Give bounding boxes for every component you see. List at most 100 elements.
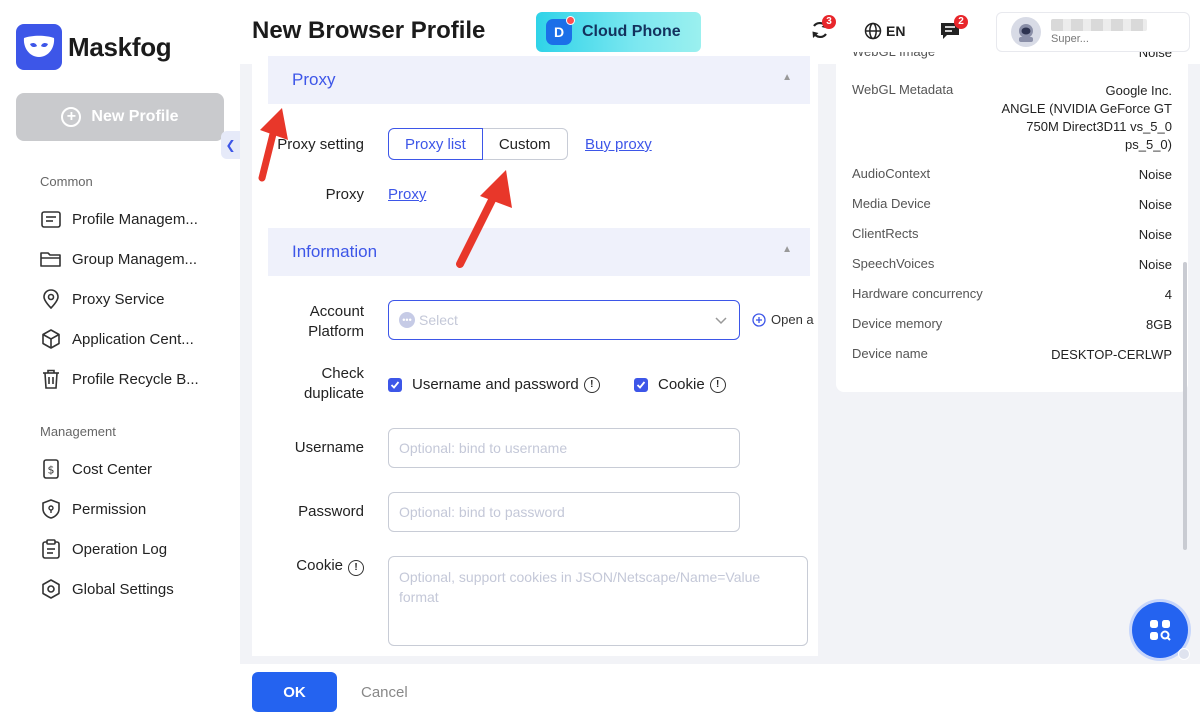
fingerprint-row: WebGL Image Noise	[852, 52, 1172, 66]
plus-circle-icon: +	[61, 107, 82, 127]
sidebar-item-proxy-service[interactable]: Proxy Service	[40, 288, 165, 310]
open-platform-label: Open a	[771, 312, 814, 327]
fingerprint-value: 4	[1164, 287, 1172, 302]
form-footer: OK Cancel	[240, 664, 1200, 720]
management-section-title: Management	[40, 424, 116, 439]
sidebar-item-application-center[interactable]: Application Cent...	[40, 328, 194, 350]
fab-indicator	[1178, 648, 1190, 660]
info-icon[interactable]: !	[583, 376, 600, 393]
fingerprint-value-line: ANGLE (NVIDIA GeForce GT	[1001, 101, 1173, 116]
language-label: EN	[886, 23, 906, 39]
cookie-textarea[interactable]: Optional, support cookies in JSON/Netsca…	[388, 556, 808, 646]
proxy-section-title: Proxy	[292, 70, 336, 89]
shield-icon	[40, 498, 62, 520]
username-input[interactable]: Optional: bind to username	[388, 428, 740, 468]
sidebar-item-permission[interactable]: Permission	[40, 498, 146, 520]
fingerprint-value-line: 750M Direct3D11 vs_5_0	[1026, 119, 1172, 134]
fingerprint-value: 8GB	[1145, 317, 1172, 332]
page-title: New Browser Profile	[252, 17, 486, 44]
info-icon[interactable]: !	[709, 376, 726, 393]
mask-logo-icon	[16, 24, 62, 70]
sidebar-item-label: Application Cent...	[72, 330, 194, 348]
messages-button[interactable]: 2	[940, 15, 968, 45]
fingerprint-value: Noise	[1138, 197, 1172, 212]
check-duplicate-label-line: duplicate	[303, 385, 364, 402]
cloud-phone-label: Cloud Phone	[582, 23, 681, 40]
sidebar-item-label: Profile Managem...	[72, 210, 198, 228]
floating-apps-button[interactable]	[1132, 602, 1190, 660]
fingerprint-value: DESKTOP-CERLWP	[1051, 347, 1172, 362]
username-label: Username	[294, 439, 364, 456]
sidebar-item-label: Profile Recycle B...	[72, 370, 199, 388]
fingerprint-value: Noise	[1138, 227, 1172, 242]
ok-button[interactable]: OK	[252, 672, 337, 712]
fingerprint-key: AudioContext	[852, 166, 931, 181]
fingerprint-summary: WebGL Image Noise WebGL Metadata Google …	[836, 52, 1188, 392]
fingerprint-value-line: Google Inc.	[1105, 83, 1173, 98]
cloud-phone-icon: D	[546, 16, 575, 45]
annotation-arrows	[258, 108, 512, 268]
avatar	[1011, 17, 1041, 47]
location-pin-icon	[40, 288, 62, 310]
account-platform-label-line: Platform	[308, 323, 364, 340]
collapse-sidebar-button[interactable]: ❮	[221, 131, 240, 159]
info-icon[interactable]: !	[348, 559, 364, 576]
proxy-section-header[interactable]: Proxy ▲	[268, 56, 810, 104]
caret-up-icon: ▲	[782, 72, 792, 83]
gear-icon	[40, 578, 62, 600]
common-section-title: Common	[40, 174, 93, 189]
sidebar-item-profile-recycle-bin[interactable]: Profile Recycle B...	[40, 368, 199, 390]
sidebar-item-operation-log[interactable]: Operation Log	[40, 538, 167, 560]
astronaut-avatar-icon	[1019, 24, 1033, 42]
fingerprint-key: SpeechVoices	[852, 256, 935, 271]
app-logo[interactable]: Maskfog	[16, 24, 172, 70]
sidebar-item-profile-management[interactable]: Profile Managem...	[40, 208, 198, 230]
account-platform-select[interactable]: ••• Select	[388, 300, 740, 340]
sidebar-item-global-settings[interactable]: Global Settings	[40, 578, 174, 600]
cookie-label: Cookie!	[272, 557, 364, 576]
cloud-phone-banner[interactable]: D Cloud Phone	[536, 12, 701, 52]
cookie-label-text: Cookie	[296, 557, 343, 574]
password-input[interactable]: Optional: bind to password	[388, 492, 740, 532]
profile-list-icon	[40, 208, 62, 230]
user-info: Super...	[1051, 19, 1147, 45]
redacted-username	[1051, 19, 1147, 31]
fingerprint-value: Noise	[1138, 52, 1172, 60]
trash-icon	[40, 368, 62, 390]
scrollbar[interactable]	[1183, 262, 1187, 550]
cancel-button[interactable]: Cancel	[361, 684, 408, 701]
annotation-arrow-icon	[258, 108, 288, 182]
open-platform-link[interactable]: Open a	[752, 312, 814, 327]
dollar-doc-icon: $	[40, 458, 62, 480]
checkbox-checked-icon	[388, 377, 402, 392]
ellipsis-icon: •••	[399, 312, 415, 328]
sidebar-item-cost-center[interactable]: $ Cost Center	[40, 458, 152, 480]
fingerprint-key: ClientRects	[852, 226, 919, 241]
sidebar-item-group-management[interactable]: Group Managem...	[40, 248, 197, 270]
cube-icon	[40, 328, 62, 350]
sync-badge: 3	[822, 15, 836, 29]
password-label: Password	[298, 503, 364, 520]
account-platform-placeholder: Select	[419, 312, 458, 328]
check-cookie[interactable]: Cookie !	[634, 376, 726, 393]
checkbox-checked-icon	[634, 377, 648, 392]
fingerprint-key: Hardware concurrency	[852, 286, 983, 301]
user-menu[interactable]: Super...	[996, 12, 1190, 52]
new-profile-button[interactable]: + New Profile	[16, 93, 224, 141]
buy-proxy-link[interactable]: Buy proxy	[585, 136, 652, 153]
sidebar-item-label: Proxy Service	[72, 290, 165, 308]
sidebar-item-label: Group Managem...	[72, 250, 198, 268]
fingerprint-key: WebGL Metadata	[852, 82, 954, 97]
app-name: Maskfog	[68, 31, 172, 62]
language-selector[interactable]: EN	[864, 22, 905, 40]
svg-text:$: $	[48, 464, 55, 477]
check-username-password[interactable]: Username and password !	[388, 376, 600, 393]
clipboard-icon	[40, 538, 62, 560]
sidebar-item-label: Operation Log	[72, 540, 168, 558]
user-role: Super...	[1051, 33, 1089, 45]
globe-icon	[864, 22, 882, 40]
sync-button[interactable]: 3	[810, 15, 836, 45]
chevron-down-icon	[715, 313, 727, 329]
new-profile-label: New Profile	[91, 108, 179, 125]
sidebar-item-label: Global Settings	[72, 580, 174, 598]
